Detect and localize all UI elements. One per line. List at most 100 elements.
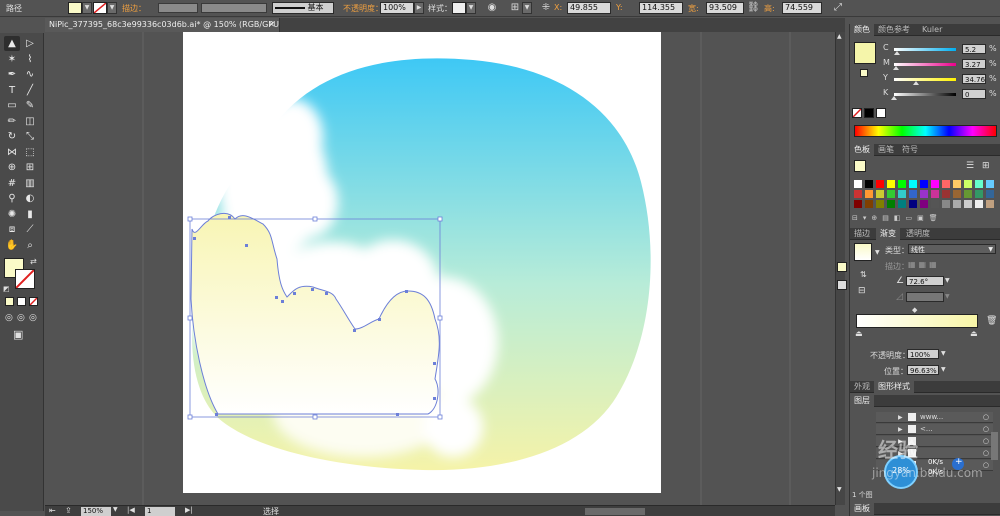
paintbrush-icon[interactable]: ✎ (22, 98, 38, 113)
hand-icon[interactable]: ✋ (4, 238, 20, 253)
none-color-icon[interactable] (852, 108, 862, 118)
x-input[interactable]: 49.855 (567, 2, 611, 14)
line-icon[interactable]: ╱ (22, 83, 38, 98)
swatch-10[interactable] (964, 180, 972, 188)
swatch-12[interactable] (986, 180, 994, 188)
swatch-15[interactable] (876, 190, 884, 198)
out-of-gamut-icon[interactable] (860, 69, 868, 77)
color-spectrum-bar[interactable] (854, 125, 997, 137)
tab-symbols[interactable]: 符号 (898, 144, 922, 156)
aspect-ratio-input[interactable] (906, 292, 944, 302)
layers-scroll-thumb[interactable] (991, 432, 998, 460)
swatch-14[interactable] (865, 190, 873, 198)
swatch-30[interactable] (898, 200, 906, 208)
artboard-number-field[interactable]: 1 (145, 507, 175, 516)
slice-icon[interactable]: ⟋ (22, 222, 38, 237)
y-label[interactable]: Y: (616, 3, 623, 12)
channel-knob-k[interactable] (891, 96, 897, 100)
gradient-location-dropdown[interactable]: ▼ (941, 366, 946, 373)
artboard[interactable] (183, 32, 661, 493)
swatch-3[interactable] (887, 180, 895, 188)
target-circle-icon[interactable]: ○ (983, 424, 989, 435)
gradient-stop-right[interactable]: ⏏ (970, 329, 978, 338)
channel-slider-c[interactable] (894, 48, 956, 51)
recolor-icon[interactable]: ◉ (486, 2, 498, 14)
gradient-opacity-input[interactable]: 100% (907, 349, 939, 359)
channel-slider-k[interactable] (894, 93, 956, 96)
channel-knob-m[interactable] (893, 66, 900, 70)
gradient-preview-swatch[interactable] (854, 243, 872, 261)
artboard-icon[interactable]: ⧈ (4, 222, 20, 237)
stroke-color-box[interactable] (15, 269, 35, 289)
gradient-preview-dropdown[interactable]: ▼ (875, 249, 880, 256)
channel-value-m[interactable]: 3.27 (962, 59, 986, 69)
direct-selection-icon[interactable]: ▷ (22, 36, 38, 51)
color-fill-swatch[interactable] (854, 42, 876, 64)
swatch-current-fill[interactable] (854, 160, 866, 172)
perspective-grid-icon[interactable]: ⊞ (22, 160, 38, 175)
status-nav-icon[interactable]: ⇤ (49, 506, 56, 515)
opacity-label[interactable]: 不透明度： (343, 3, 383, 14)
gradient-annotator-icon[interactable]: ⊟ (858, 286, 866, 296)
brush-profile-field[interactable]: 基本 (272, 2, 334, 14)
draw-behind-icon[interactable]: ◎ (17, 313, 25, 323)
swatch-36[interactable] (964, 200, 972, 208)
link-proportions-icon[interactable]: ⛓ (747, 2, 760, 14)
mesh-icon[interactable]: # (4, 176, 20, 191)
tab-color[interactable]: 颜色 (850, 24, 874, 36)
swatch-19[interactable] (920, 190, 928, 198)
swatch-21[interactable] (942, 190, 950, 198)
swatch-37[interactable] (975, 200, 983, 208)
type-icon[interactable]: T (4, 83, 20, 98)
height-input[interactable]: 74.559 (782, 2, 822, 14)
variable-width-field[interactable] (201, 3, 267, 13)
style-swatch[interactable] (452, 2, 466, 14)
tab-gradient[interactable]: 渐变 (876, 228, 900, 240)
channel-slider-y[interactable] (894, 78, 956, 81)
swatch-9[interactable] (953, 180, 961, 188)
channel-value-c[interactable]: 5.2 (962, 44, 986, 54)
opacity-dropdown[interactable]: ▶ (414, 2, 424, 14)
width-input[interactable]: 93.509 (706, 2, 744, 14)
eyedropper-icon[interactable]: ⚲ (4, 191, 20, 206)
swap-colors-icon[interactable]: ⇄ (30, 257, 37, 266)
transform-icon[interactable]: ⤢ (832, 2, 844, 14)
color-mode-icon[interactable] (5, 297, 14, 306)
horizontal-scroll-thumb[interactable] (585, 508, 645, 515)
swatch-25[interactable] (986, 190, 994, 198)
pen-icon[interactable]: ✒ (4, 67, 20, 82)
swatch-34[interactable] (942, 200, 950, 208)
stroke-label[interactable]: 描边： (122, 3, 146, 14)
gradient-angle-input[interactable]: 72.6° (906, 276, 944, 286)
width-icon[interactable]: ⋈ (4, 145, 20, 160)
y-input[interactable]: 114.355 (639, 2, 683, 14)
tab-layers[interactable]: 图层 (850, 395, 874, 407)
swatch-26[interactable] (854, 200, 862, 208)
gradient-slider-bar[interactable] (856, 314, 978, 328)
swatch-35[interactable] (953, 200, 961, 208)
pencil-icon[interactable]: ✏ (4, 114, 20, 129)
zoom-field[interactable]: 150% (81, 507, 111, 516)
target-circle-icon[interactable]: ○ (983, 460, 989, 471)
tab-appearance[interactable]: 外观 (850, 381, 874, 393)
swatch-20[interactable] (931, 190, 939, 198)
list-view-icon[interactable]: ☰ (966, 161, 974, 171)
opacity-input[interactable]: 100% (380, 2, 414, 14)
target-circle-icon[interactable]: ○ (983, 412, 989, 423)
default-colors-icon[interactable]: ◩ (3, 285, 10, 293)
swatch-29[interactable] (887, 200, 895, 208)
gradient-location-input[interactable]: 96.63% (907, 365, 939, 375)
swatch-27[interactable] (865, 200, 873, 208)
free-transform-icon[interactable]: ⬚ (22, 145, 38, 160)
channel-knob-c[interactable] (894, 51, 901, 55)
aspect-dropdown-icon[interactable]: ▼ (945, 293, 950, 300)
dock-swatch-icon[interactable] (837, 280, 847, 290)
document-tab[interactable]: NiPic_377395_68c3e99336c03d6b.ai* @ 150%… (45, 18, 280, 32)
swatch-7[interactable] (931, 180, 939, 188)
stroke-none-swatch[interactable] (93, 2, 107, 14)
channel-knob-y[interactable] (912, 81, 919, 85)
tab-transparency[interactable]: 透明度 (902, 228, 934, 240)
swatch-28[interactable] (876, 200, 884, 208)
channel-value-k[interactable]: 0 (962, 89, 986, 99)
angle-dropdown-icon[interactable]: ▼ (945, 277, 950, 284)
